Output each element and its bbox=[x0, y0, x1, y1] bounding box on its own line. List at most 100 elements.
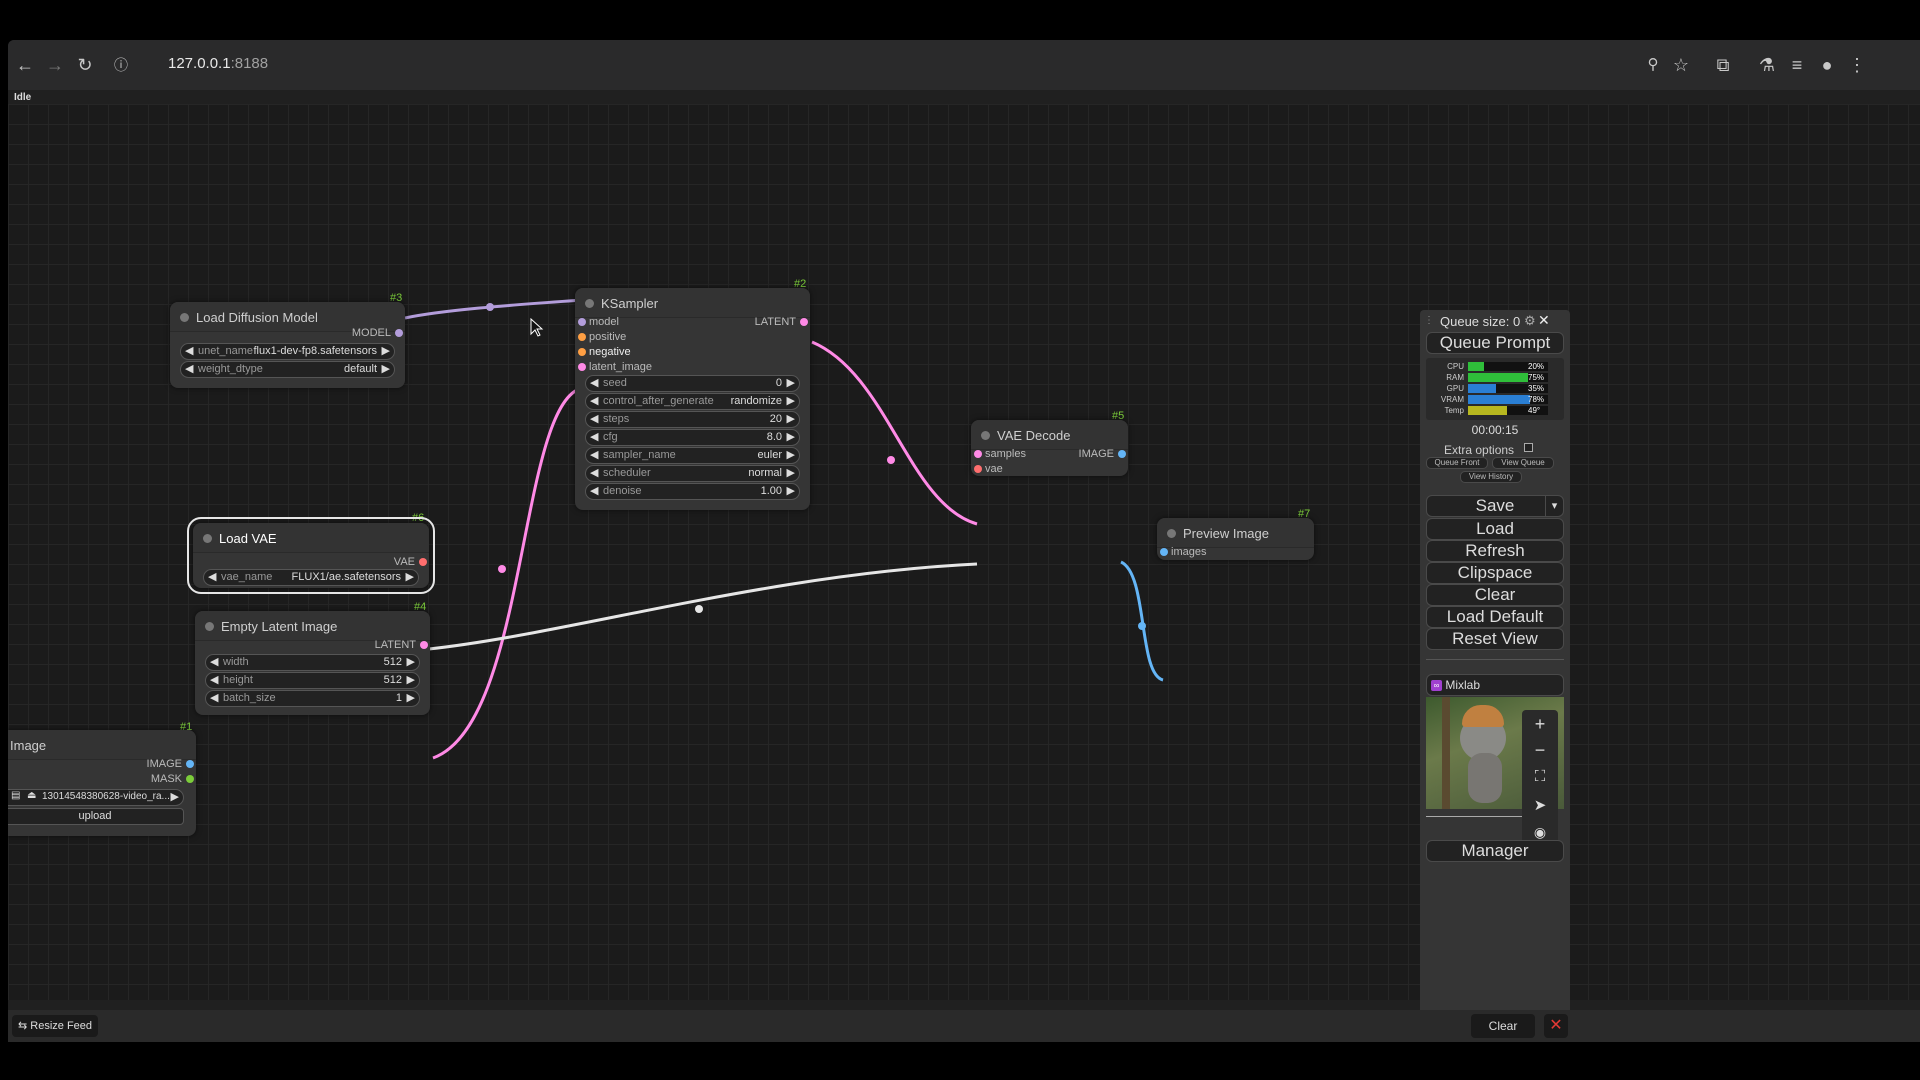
arrow-left-icon[interactable]: ◀ bbox=[590, 448, 598, 461]
queue-prompt-button[interactable]: Queue Prompt bbox=[1426, 332, 1564, 354]
load-button[interactable]: Load bbox=[1426, 518, 1564, 540]
close-panel-icon[interactable]: ✕ bbox=[1538, 312, 1550, 329]
arrow-left-icon[interactable]: ◀ bbox=[590, 466, 598, 479]
widget-denoise[interactable]: ◀ denoise 1.00 ▶ bbox=[585, 483, 800, 500]
node-vae-decode[interactable]: VAE Decode samples vae IMAGE bbox=[971, 420, 1128, 476]
node-title-bar[interactable]: Load VAE bbox=[193, 523, 429, 553]
arrow-right-icon[interactable]: ▶ bbox=[787, 376, 795, 389]
collapse-dot[interactable] bbox=[205, 622, 214, 631]
arrow-right-icon[interactable]: ▶ bbox=[407, 673, 415, 686]
arrow-right-icon[interactable]: ▶ bbox=[171, 790, 179, 803]
profile-icon[interactable]: ● bbox=[1816, 54, 1838, 76]
output-vae-port[interactable] bbox=[419, 558, 427, 566]
collapse-dot[interactable] bbox=[180, 313, 189, 322]
settings-gear-icon[interactable]: ⚙ bbox=[1524, 313, 1536, 329]
node-title-bar[interactable]: KSampler bbox=[575, 288, 810, 318]
widget-file-select[interactable]: ▤ ⏏ 13014548380628-video_ra... ▶ bbox=[8, 789, 184, 806]
output-model-port[interactable] bbox=[395, 329, 403, 337]
input-negative-port[interactable] bbox=[578, 348, 586, 356]
feed-close-icon[interactable]: ✕ bbox=[1544, 1014, 1568, 1038]
upload-button[interactable]: upload bbox=[8, 808, 184, 825]
arrow-right-icon[interactable]: ▶ bbox=[787, 448, 795, 461]
node-load-diffusion-model[interactable]: Load Diffusion Model MODEL ◀ unet_name flu… bbox=[170, 302, 405, 388]
widget-unet-name[interactable]: ◀ unet_name flux1-dev-fp8.safetensors ▶ bbox=[180, 343, 395, 360]
reset-view-button[interactable]: Reset View bbox=[1426, 628, 1564, 650]
arrow-left-icon[interactable]: ◀ bbox=[590, 412, 598, 425]
input-samples-port[interactable] bbox=[974, 450, 982, 458]
collapse-dot[interactable] bbox=[203, 534, 212, 543]
arrow-left-icon[interactable]: ◀ bbox=[210, 673, 218, 686]
arrow-left-icon[interactable]: ◀ bbox=[208, 570, 216, 583]
output-latent-port[interactable] bbox=[420, 641, 428, 649]
widget-vae-name[interactable]: ◀ vae_name FLUX1/ae.safetensors ▶ bbox=[203, 569, 419, 586]
reload-icon[interactable]: ↻ bbox=[74, 54, 96, 76]
arrow-right-icon[interactable]: ▶ bbox=[787, 466, 795, 479]
widget-width[interactable]: ◀ width 512 ▶ bbox=[205, 654, 420, 671]
widget-control-after-generate[interactable]: ◀ control_after_generate randomize ▶ bbox=[585, 393, 800, 410]
arrow-left-icon[interactable]: ◀ bbox=[590, 484, 598, 497]
clear-button[interactable]: Clear bbox=[1426, 584, 1564, 606]
arrow-left-icon[interactable]: ◀ bbox=[590, 376, 598, 389]
queue-front-button[interactable]: Queue Front bbox=[1426, 457, 1488, 469]
back-icon[interactable]: ← bbox=[14, 54, 36, 76]
node-title-bar[interactable]: Empty Latent Image bbox=[195, 611, 430, 641]
widget-batch-size[interactable]: ◀ batch_size 1 ▶ bbox=[205, 690, 420, 707]
arrow-left-icon[interactable]: ◀ bbox=[590, 430, 598, 443]
clipspace-button[interactable]: Clipspace bbox=[1426, 562, 1564, 584]
manager-button[interactable]: Manager bbox=[1426, 840, 1564, 862]
arrow-left-icon[interactable]: ◀ bbox=[185, 344, 193, 357]
pin-icon[interactable]: ⏏ bbox=[27, 790, 36, 801]
bookmark-star-icon[interactable]: ☆ bbox=[1670, 54, 1692, 76]
labs-icon[interactable]: ⚗ bbox=[1756, 54, 1778, 76]
send-icon[interactable]: ➤ bbox=[1522, 796, 1558, 814]
resize-feed-button[interactable]: ⇆ Resize Feed bbox=[12, 1015, 99, 1037]
widget-sampler-name[interactable]: ◀ sampler_name euler ▶ bbox=[585, 447, 800, 464]
graph-canvas[interactable]: #3 Load Diffusion Model MODEL ◀ unet_name… bbox=[8, 104, 1920, 1000]
node-title-bar[interactable]: Image bbox=[8, 730, 196, 760]
load-default-button[interactable]: Load Default bbox=[1426, 606, 1564, 628]
node-title-bar[interactable]: VAE Decode bbox=[971, 420, 1128, 450]
arrow-left-icon[interactable]: ◀ bbox=[590, 394, 598, 407]
fit-view-icon[interactable]: ⛶ bbox=[1522, 768, 1558, 785]
zoom-icon[interactable]: ⚲ bbox=[1642, 54, 1664, 76]
widget-steps[interactable]: ◀ steps 20 ▶ bbox=[585, 411, 800, 428]
widget-height[interactable]: ◀ height 512 ▶ bbox=[205, 672, 420, 689]
input-images-port[interactable] bbox=[1160, 548, 1168, 556]
node-load-vae[interactable]: Load VAE VAE ◀ vae_name FLUX1/ae.safetenso… bbox=[187, 517, 435, 594]
output-mask-port[interactable] bbox=[186, 775, 194, 783]
arrow-right-icon[interactable]: ▶ bbox=[406, 570, 414, 583]
refresh-button[interactable]: Refresh bbox=[1426, 540, 1564, 562]
site-info-icon[interactable]: ⓘ bbox=[110, 54, 132, 76]
forward-icon[interactable]: → bbox=[44, 54, 66, 76]
eye-icon[interactable]: ◉ bbox=[1522, 824, 1558, 841]
arrow-right-icon[interactable]: ▶ bbox=[407, 691, 415, 704]
drag-handle-icon[interactable]: ⋮ bbox=[1424, 315, 1434, 326]
view-queue-button[interactable]: View Queue bbox=[1492, 457, 1554, 469]
arrow-right-icon[interactable]: ▶ bbox=[787, 412, 795, 425]
arrow-right-icon[interactable]: ▶ bbox=[382, 362, 390, 375]
mixlab-button[interactable]: ∞ Mixlab bbox=[1426, 674, 1564, 696]
collapse-dot[interactable] bbox=[1167, 529, 1176, 538]
node-preview-image[interactable]: Preview Image images bbox=[1157, 518, 1314, 560]
collapse-dot[interactable] bbox=[585, 299, 594, 308]
extra-options-checkbox[interactable] bbox=[1524, 443, 1533, 452]
arrow-right-icon[interactable]: ▶ bbox=[407, 655, 415, 668]
arrow-left-icon[interactable]: ◀ bbox=[210, 691, 218, 704]
feed-clear-button[interactable]: Clear bbox=[1471, 1014, 1535, 1038]
zoom-in-icon[interactable]: + bbox=[1522, 714, 1558, 735]
arrow-left-icon[interactable]: ◀ bbox=[210, 655, 218, 668]
view-history-button[interactable]: View History bbox=[1460, 471, 1522, 483]
clipboard-icon[interactable]: ▤ bbox=[11, 790, 20, 801]
node-empty-latent-image[interactable]: Empty Latent Image LATENT ◀ width 512 ▶ ◀ he… bbox=[195, 611, 430, 715]
node-image[interactable]: Image IMAGE MASK ▤ ⏏ 13014548380628-vide… bbox=[8, 730, 196, 836]
arrow-right-icon[interactable]: ▶ bbox=[787, 430, 795, 443]
widget-seed[interactable]: ◀ seed 0 ▶ bbox=[585, 375, 800, 392]
arrow-right-icon[interactable]: ▶ bbox=[787, 484, 795, 497]
save-button[interactable]: Save ▾ bbox=[1426, 495, 1564, 517]
output-latent-port[interactable] bbox=[800, 318, 808, 326]
menu-kebab-icon[interactable]: ⋮ bbox=[1846, 54, 1868, 76]
output-image-port[interactable] bbox=[1118, 450, 1126, 458]
media-control-icon[interactable]: ≡ bbox=[1786, 54, 1808, 76]
collapse-dot[interactable] bbox=[981, 431, 990, 440]
node-ksampler[interactable]: KSampler model positive negative latent_… bbox=[575, 288, 810, 510]
